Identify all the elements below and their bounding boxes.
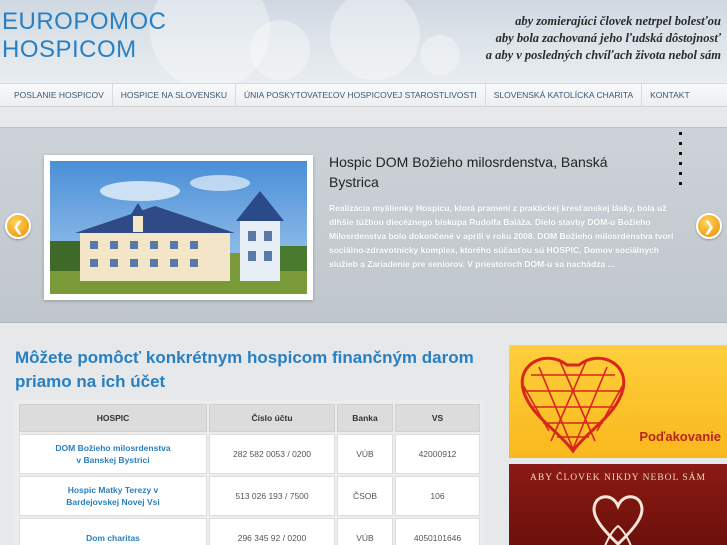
slide-title[interactable]: Hospic DOM Božieho milosrdenstva, Banská… [329, 152, 659, 192]
podakovanie-banner[interactable]: Poďakovanie [509, 345, 727, 458]
hospic-name-line1: DOM Božieho milosrdenstva [55, 443, 171, 453]
pagination-dot[interactable] [679, 162, 682, 165]
pagination-dot[interactable] [679, 152, 682, 155]
main-nav: POSLANIE HOSPICOV HOSPICE NA SLOVENSKU Ú… [0, 83, 727, 107]
donation-table-container: HOSPIC Číslo účtu Banka VS DOM Božieho m… [15, 400, 484, 545]
header-decoration [330, 0, 420, 80]
account-number: 282 582 0053 / 0200 [209, 434, 335, 474]
bank-name: VÚB [337, 518, 393, 545]
podakovanie-label: Poďakovanie [639, 429, 721, 444]
logo-line1: EUROPOMOC [2, 8, 167, 35]
hospic-name-line2: v Banskej Bystrici [76, 455, 150, 465]
tagline-line1: aby zomierajúci človek netrpel bolesťou [515, 14, 721, 28]
account-number: 513 026 193 / 7500 [209, 476, 335, 516]
chevron-right-icon: ❯ [703, 217, 715, 234]
table-row: DOM Božieho milosrdenstva v Banskej Byst… [19, 434, 480, 474]
hands-heart-icon [592, 495, 644, 545]
hospic-name-line1: Dom charitas [86, 533, 140, 543]
bank-name: ČSOB [337, 476, 393, 516]
tagline-line2: aby bola zachovaná jeho ľudská dôstojnos… [495, 31, 721, 45]
hospic-name-link[interactable]: Dom charitas [19, 518, 207, 545]
header-decoration [250, 20, 310, 80]
site-header: EUROPOMOC HOSPICOM aby zomierajúci člove… [0, 0, 727, 84]
aby-clovek-banner[interactable]: ABY ČLOVEK NIKDY NEBOL SÁM [509, 464, 727, 545]
nav-item-poslanie[interactable]: POSLANIE HOSPICOV [0, 84, 113, 106]
donation-heading: Môžete pomôcť konkrétnym hospicom finanč… [15, 348, 474, 391]
slider-prev-button[interactable]: ❮ [5, 213, 31, 239]
variable-symbol: 42000912 [395, 434, 480, 474]
nav-item-hospice-na-slovensku[interactable]: HOSPICE NA SLOVENSKU [113, 84, 237, 106]
hospic-name-line1: Hospic Matky Terezy v [67, 485, 159, 495]
pagination-dot[interactable] [679, 182, 682, 185]
column-header-account: Číslo účtu [209, 404, 335, 432]
slider-next-button[interactable]: ❯ [696, 213, 722, 239]
column-header-vs: VS [395, 404, 480, 432]
slide-text: Realizácia myšlienky Hospicu, ktorá pram… [329, 203, 674, 269]
logo-line2: HOSPICOM [2, 36, 137, 63]
pagination-dot[interactable] [679, 142, 682, 145]
chevron-left-icon: ❮ [12, 217, 24, 234]
site-logo[interactable]: EUROPOMOC HOSPICOM [2, 8, 167, 64]
table-row: Dom charitas 296 345 92 / 0200 VÚB 40501… [19, 518, 480, 545]
hospice-building-image [50, 161, 307, 294]
hospic-name-link[interactable]: DOM Božieho milosrdenstva v Banskej Byst… [19, 434, 207, 474]
hospic-name-line2: Bardejovskej Novej Vsi [66, 497, 160, 507]
variable-symbol: 4050101646 [395, 518, 480, 545]
hospic-name-link[interactable]: Hospic Matky Terezy v Bardejovskej Novej… [19, 476, 207, 516]
bank-name: VÚB [337, 434, 393, 474]
nav-item-unia[interactable]: ÚNIA POSKYTOVATEĽOV HOSPICOVEJ STAROSTLI… [236, 84, 486, 106]
variable-symbol: 106 [395, 476, 480, 516]
site-tagline: aby zomierajúci človek netrpel bolesťou … [486, 13, 721, 64]
column-header-bank: Banka [337, 404, 393, 432]
tagline-line3: a aby v posledných chvíľach života nebol… [485, 48, 721, 62]
nav-item-charita[interactable]: SLOVENSKÁ KATOLÍCKA CHARITA [486, 84, 643, 106]
pagination-dot[interactable] [679, 132, 682, 135]
slider-pagination [679, 132, 683, 185]
table-row: Hospic Matky Terezy v Bardejovskej Novej… [19, 476, 480, 516]
donation-table: HOSPIC Číslo účtu Banka VS DOM Božieho m… [17, 402, 482, 545]
table-header-row: HOSPIC Číslo účtu Banka VS [19, 404, 480, 432]
account-number: 296 345 92 / 0200 [209, 518, 335, 545]
column-header-hospic: HOSPIC [19, 404, 207, 432]
slide-photo[interactable] [44, 155, 313, 300]
pagination-dot[interactable] [679, 172, 682, 175]
nav-item-kontakt[interactable]: KONTAKT [642, 84, 698, 106]
header-decoration [420, 35, 460, 75]
featured-slider: Hospic DOM Božieho milosrdenstva, Banská… [0, 127, 727, 323]
